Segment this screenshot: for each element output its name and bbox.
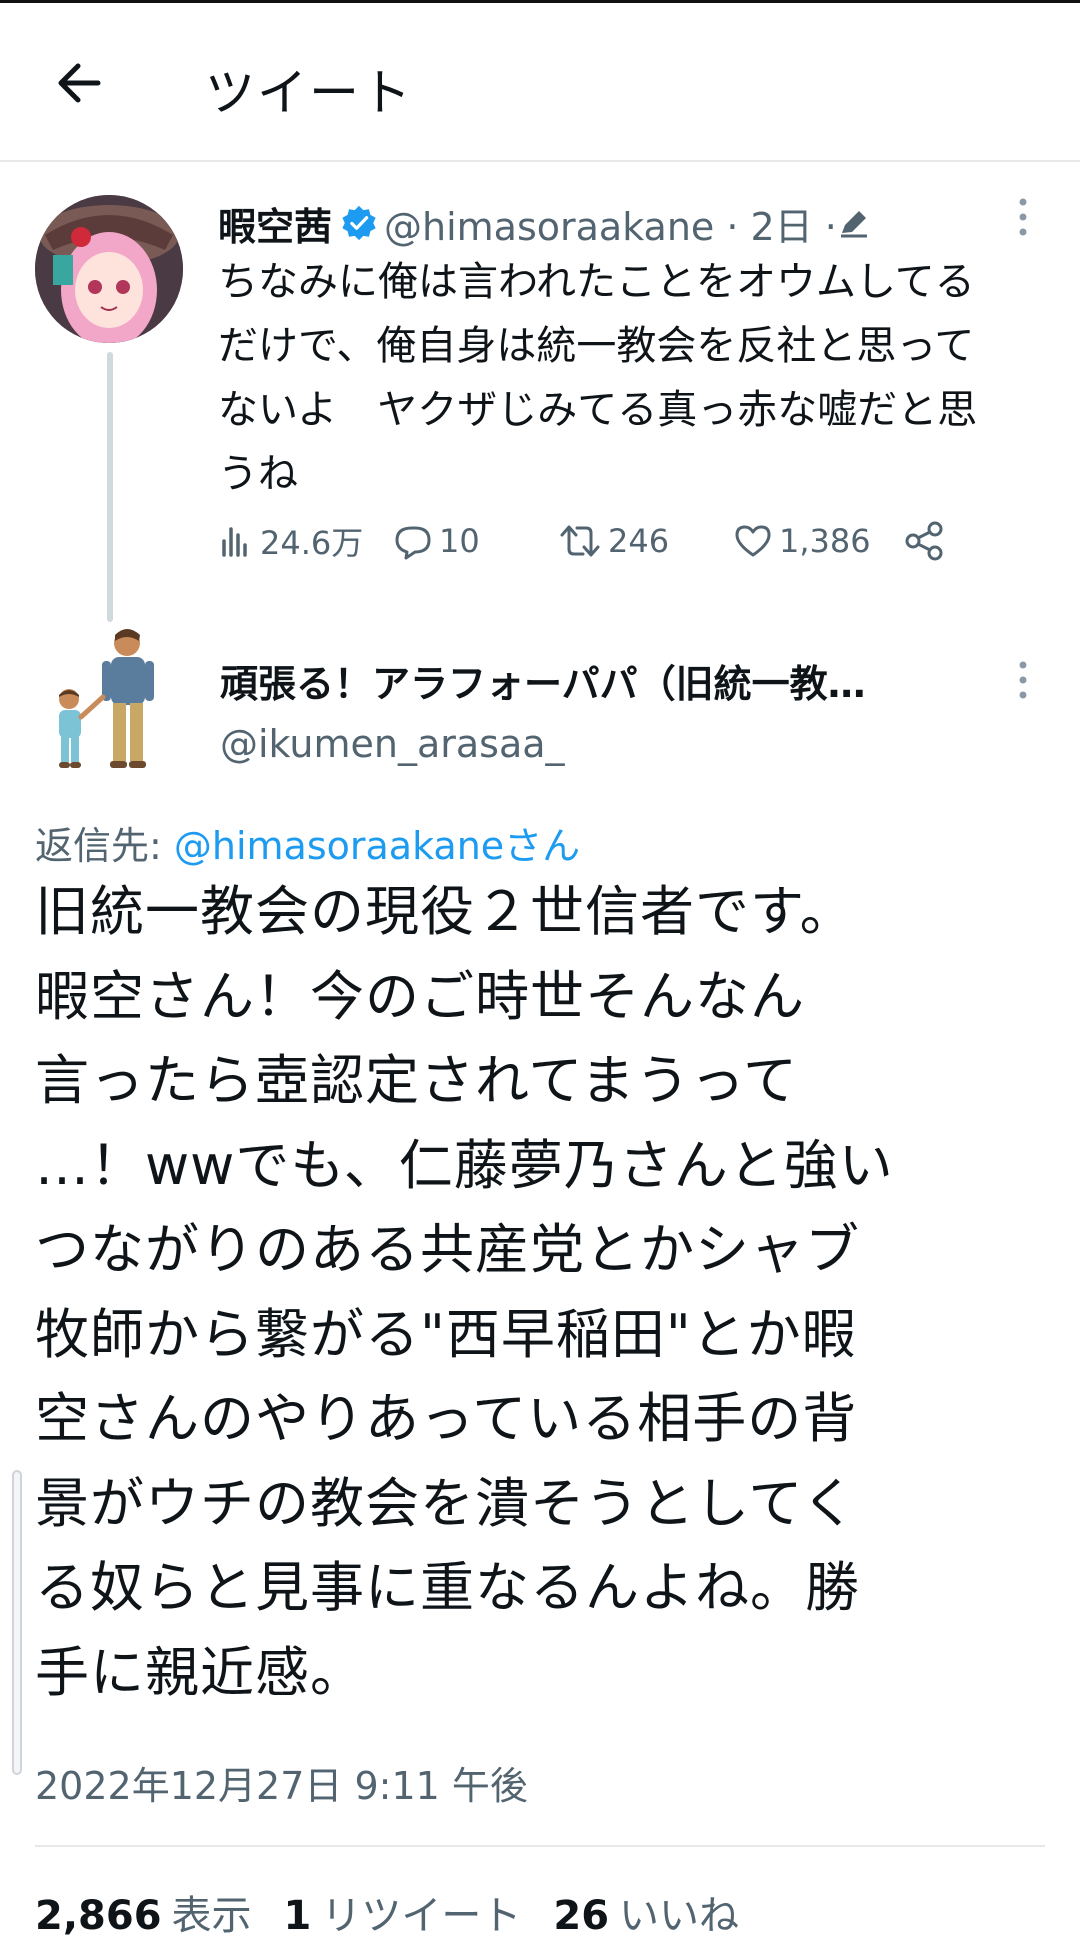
likes-stat-count: 26 <box>553 1893 610 1939</box>
thread-connector <box>107 352 113 622</box>
handle[interactable]: @ikumen_arasaa_ <box>220 722 565 766</box>
heart-icon <box>735 525 771 557</box>
like-count: 1,386 <box>779 522 871 560</box>
views-action[interactable]: 24.6万 <box>218 515 363 567</box>
edit-pencil-icon <box>840 211 867 238</box>
display-name[interactable]: 頑張る！アラフォーパパ（旧統一教… <box>220 653 866 708</box>
retweet-icon <box>560 525 600 557</box>
views-count: 24.6万 <box>260 524 364 562</box>
bar-chart-icon <box>222 527 247 557</box>
views-stat: 2,866 表示 <box>35 1883 252 1941</box>
more-options-icon[interactable] <box>1008 192 1038 242</box>
tweet-timestamp[interactable]: 2022年12月27日 9:11 午後 <box>35 1755 528 1810</box>
tweet-stats: 2,866 表示 1 リツイート 26 いいね <box>35 1883 771 1941</box>
retweets-stat[interactable]: 1 リツイート <box>284 1883 522 1941</box>
top-bar: ツイート <box>0 0 1080 160</box>
likes-stat[interactable]: 26 いいね <box>553 1883 739 1941</box>
avatar[interactable] <box>35 195 183 343</box>
tweet-header: 暇空茜 @himasoraakane · 2日 · <box>218 195 1018 251</box>
handle-and-time[interactable]: @himasoraakane · 2日 · <box>384 196 837 251</box>
tweet-actions: 24.6万 10 246 1,386 <box>218 515 978 567</box>
views-stat-count: 2,866 <box>35 1893 162 1939</box>
tweet-text: 旧統一教会の現役２世信者です。 暇空さん！今のご時世そんなん 言ったら壺認定され… <box>35 880 894 1704</box>
page-title: ツイート <box>205 64 413 122</box>
header-divider <box>0 160 1080 162</box>
scrollbar-thumb[interactable] <box>12 1470 22 1775</box>
tweet-text: ちなみに俺は言われたことをオウムしてる だけで、俺自身は統一教会を反社と思って … <box>218 259 978 497</box>
verified-badge-icon <box>342 205 376 241</box>
avatar-illustration-icon <box>35 195 183 343</box>
display-name[interactable]: 暇空茜 <box>218 196 332 251</box>
retweets-stat-count: 1 <box>283 1893 312 1939</box>
reply-prefix: 返信先: <box>35 824 174 868</box>
stats-divider <box>35 1845 1045 1847</box>
retweets-stat-label: リツイート <box>321 1893 522 1939</box>
retweet-action[interactable]: 246 <box>558 515 669 567</box>
arrow-left-icon[interactable] <box>50 53 110 113</box>
reply-bubble-icon <box>395 526 431 560</box>
reply-context: 返信先: @himasoraakaneさん <box>35 815 580 870</box>
share-action[interactable] <box>903 515 953 567</box>
views-stat-label: 表示 <box>171 1893 252 1939</box>
retweet-count: 246 <box>608 522 670 560</box>
reply-mention-link[interactable]: @himasoraakaneさん <box>174 824 580 868</box>
avatar[interactable] <box>55 625 170 770</box>
share-icon <box>905 521 943 561</box>
likes-stat-label: いいね <box>619 1893 740 1939</box>
reply-action[interactable]: 10 <box>393 515 480 567</box>
reply-count: 10 <box>439 522 480 560</box>
more-options-icon[interactable] <box>1008 655 1038 705</box>
like-action[interactable]: 1,386 <box>733 515 871 567</box>
